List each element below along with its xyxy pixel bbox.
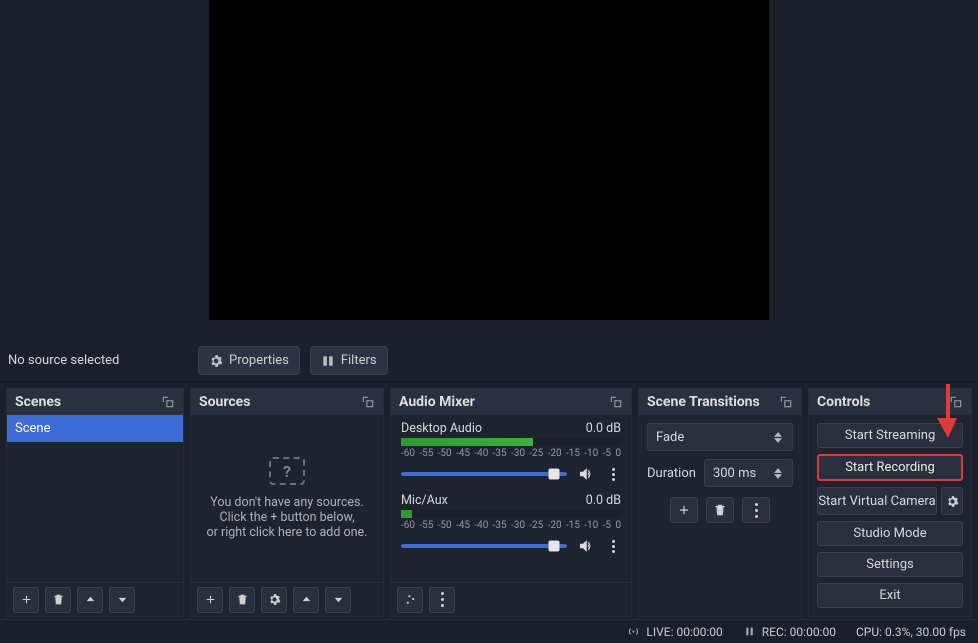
channel-name: Mic/Aux bbox=[401, 493, 448, 508]
duration-spinner[interactable]: 300 ms bbox=[704, 459, 793, 487]
preview-canvas[interactable] bbox=[209, 0, 769, 320]
chevron-updown-icon bbox=[774, 424, 788, 450]
sources-dock: Sources ? You don't have any sources. Cl… bbox=[190, 388, 384, 617]
mixer-menu-button[interactable] bbox=[429, 587, 455, 613]
gear-icon bbox=[209, 354, 223, 368]
scene-item[interactable]: Scene bbox=[7, 415, 183, 442]
filters-icon bbox=[321, 354, 335, 368]
popout-icon[interactable] bbox=[161, 395, 175, 409]
start-virtual-camera-button[interactable]: Start Virtual Camera bbox=[817, 487, 937, 515]
start-recording-button[interactable]: Start Recording bbox=[817, 454, 963, 481]
popout-icon[interactable] bbox=[779, 395, 793, 409]
preview-area bbox=[0, 0, 978, 340]
scene-down-button[interactable] bbox=[109, 587, 135, 613]
add-transition-button[interactable] bbox=[670, 497, 698, 523]
mixer-header: Audio Mixer bbox=[391, 389, 631, 415]
pause-icon bbox=[743, 625, 756, 638]
scenes-header: Scenes bbox=[7, 389, 183, 415]
source-down-button[interactable] bbox=[325, 587, 351, 613]
properties-button[interactable]: Properties bbox=[198, 346, 300, 375]
transitions-header: Scene Transitions bbox=[639, 389, 801, 415]
broadcast-icon bbox=[627, 625, 640, 638]
channel-menu-button[interactable] bbox=[605, 468, 621, 481]
audio-mixer-dock: Audio Mixer Desktop Audio 0.0 dB -60-55-… bbox=[390, 388, 632, 617]
cpu-status: CPU: 0.3%, 30.00 fps bbox=[856, 625, 966, 639]
db-scale: -60-55-50-45-40-35-30-25-20-15-10-50 bbox=[401, 448, 621, 459]
popout-icon[interactable] bbox=[609, 395, 623, 409]
channel-db: 0.0 dB bbox=[586, 493, 621, 508]
add-scene-button[interactable] bbox=[13, 587, 39, 613]
vu-meter bbox=[401, 438, 621, 446]
add-source-button[interactable] bbox=[197, 587, 223, 613]
volume-slider[interactable] bbox=[401, 544, 567, 548]
scenes-footer bbox=[7, 582, 183, 616]
vu-meter bbox=[401, 510, 621, 518]
start-streaming-button[interactable]: Start Streaming bbox=[817, 423, 963, 448]
transition-select[interactable]: Fade bbox=[647, 423, 793, 451]
virtual-camera-settings-button[interactable] bbox=[941, 487, 963, 515]
scene-up-button[interactable] bbox=[77, 587, 103, 613]
duration-label: Duration bbox=[647, 466, 696, 481]
preview-toolbar: No source selected Properties Filters bbox=[0, 340, 978, 382]
sources-header: Sources bbox=[191, 389, 383, 415]
chevron-updown-icon bbox=[774, 460, 788, 486]
question-icon: ? bbox=[269, 457, 305, 485]
mixer-footer bbox=[391, 582, 631, 616]
channel-menu-button[interactable] bbox=[605, 540, 621, 553]
popout-icon[interactable] bbox=[949, 395, 963, 409]
no-source-label: No source selected bbox=[8, 353, 188, 368]
sources-footer bbox=[191, 582, 383, 616]
settings-button[interactable]: Settings bbox=[817, 552, 963, 577]
delete-scene-button[interactable] bbox=[45, 587, 71, 613]
speaker-icon[interactable] bbox=[577, 465, 595, 483]
mixer-channel-mic: Mic/Aux 0.0 dB -60-55-50-45-40-35-30-25-… bbox=[401, 493, 621, 555]
status-bar: LIVE: 00:00:00 REC: 00:00:00 CPU: 0.3%, … bbox=[0, 619, 978, 643]
volume-slider[interactable] bbox=[401, 472, 567, 476]
scenes-dock: Scenes Scene bbox=[6, 388, 184, 617]
transition-menu-button[interactable] bbox=[742, 497, 770, 523]
db-scale: -60-55-50-45-40-35-30-25-20-15-10-50 bbox=[401, 520, 621, 531]
controls-header: Controls bbox=[809, 389, 971, 415]
channel-name: Desktop Audio bbox=[401, 421, 482, 436]
delete-transition-button[interactable] bbox=[706, 497, 734, 523]
transitions-dock: Scene Transitions Fade Duration 300 ms bbox=[638, 388, 802, 617]
popout-icon[interactable] bbox=[361, 395, 375, 409]
channel-db: 0.0 dB bbox=[586, 421, 621, 436]
filters-button[interactable]: Filters bbox=[310, 346, 388, 375]
sources-empty[interactable]: ? You don't have any sources. Click the … bbox=[191, 415, 383, 582]
speaker-icon[interactable] bbox=[577, 537, 595, 555]
source-up-button[interactable] bbox=[293, 587, 319, 613]
live-status: LIVE: 00:00:00 bbox=[627, 625, 722, 639]
controls-dock: Controls Start Streaming Start Recording… bbox=[808, 388, 972, 617]
rec-status: REC: 00:00:00 bbox=[743, 625, 836, 639]
source-properties-button[interactable] bbox=[261, 587, 287, 613]
exit-button[interactable]: Exit bbox=[817, 583, 963, 608]
mixer-advanced-button[interactable] bbox=[397, 587, 423, 613]
mixer-channel-desktop: Desktop Audio 0.0 dB -60-55-50-45-40-35-… bbox=[401, 421, 621, 483]
studio-mode-button[interactable]: Studio Mode bbox=[817, 521, 963, 546]
delete-source-button[interactable] bbox=[229, 587, 255, 613]
